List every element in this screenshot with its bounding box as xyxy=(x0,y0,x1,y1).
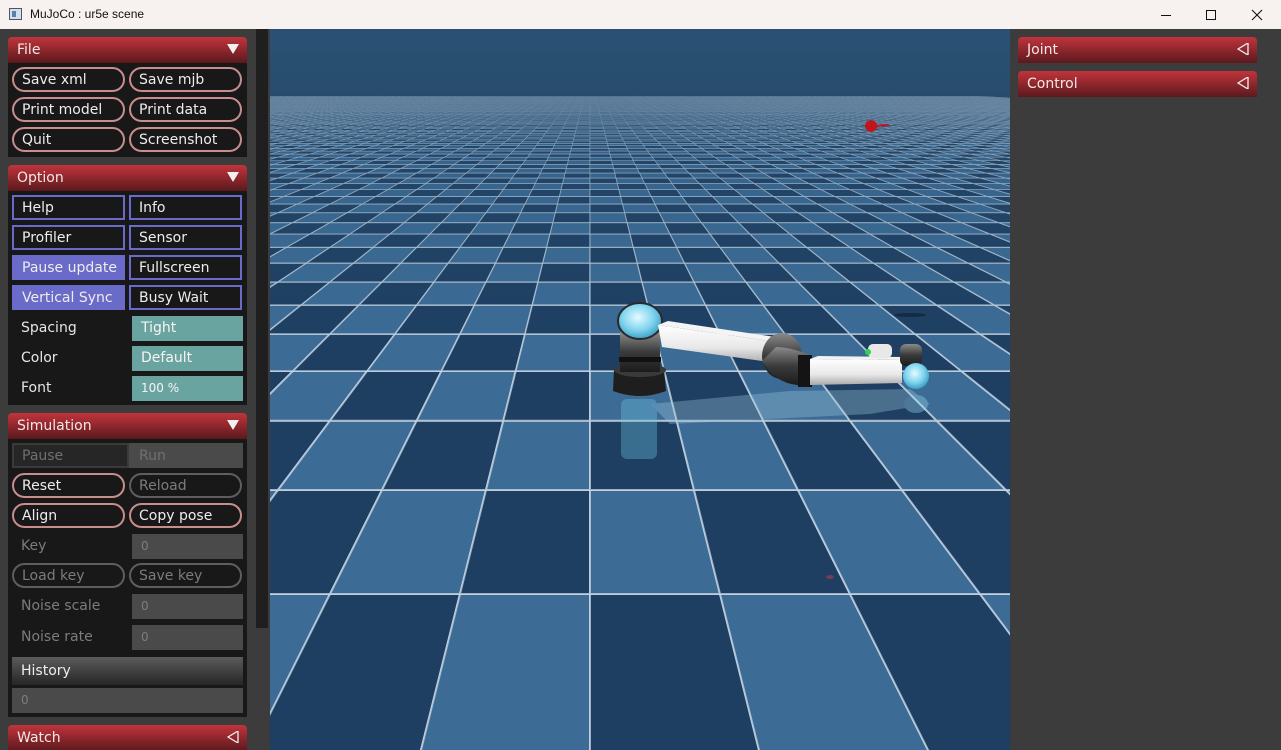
screenshot-button[interactable]: Screenshot xyxy=(129,127,242,152)
collapse-down-icon xyxy=(227,420,239,430)
left-panel-scrollbar[interactable] xyxy=(256,29,268,628)
minimize-button[interactable] xyxy=(1143,0,1189,29)
font-label: Font xyxy=(21,380,52,396)
font-select[interactable]: 100 % xyxy=(132,376,243,401)
sensor-toggle[interactable]: Sensor xyxy=(129,225,242,250)
spacing-select[interactable]: Tight xyxy=(132,316,243,341)
option-section-label: Option xyxy=(17,170,64,186)
align-button[interactable]: Align xyxy=(12,503,125,528)
save-mjb-button[interactable]: Save mjb xyxy=(129,67,242,92)
collapse-down-icon xyxy=(227,44,239,54)
vertical-sync-toggle[interactable]: Vertical Sync xyxy=(12,285,125,310)
left-ui-panel: File Save xml Save mjb Print model Print… xyxy=(0,29,270,750)
help-toggle[interactable]: Help xyxy=(12,195,125,220)
file-section-header[interactable]: File xyxy=(8,37,247,63)
maximize-button[interactable] xyxy=(1188,0,1234,29)
noise-scale-slider[interactable]: 0 xyxy=(132,594,243,619)
simulation-section-header[interactable]: Simulation xyxy=(8,413,247,439)
floor-tile xyxy=(484,419,591,491)
floor-tile xyxy=(502,370,591,422)
load-key-button[interactable]: Load key xyxy=(12,563,125,588)
fullscreen-toggle[interactable]: Fullscreen xyxy=(129,255,242,280)
copy-pose-button[interactable]: Copy pose xyxy=(129,503,242,528)
maximize-icon xyxy=(1206,9,1216,20)
file-section-label: File xyxy=(17,42,41,58)
watch-section-header[interactable]: Watch xyxy=(8,725,247,750)
spacing-label: Spacing xyxy=(21,320,77,336)
pause-radio[interactable]: Pause xyxy=(12,443,129,468)
collapse-down-icon xyxy=(227,172,239,182)
simulation-section-label: Simulation xyxy=(17,418,92,434)
noise-rate-label: Noise rate xyxy=(21,629,93,645)
simulation-section-body: Pause Run Reset Reload Align Copy pose K… xyxy=(8,439,247,717)
print-data-button[interactable]: Print data xyxy=(129,97,242,122)
info-toggle[interactable]: Info xyxy=(129,195,242,220)
file-section-body: Save xml Save mjb Print model Print data… xyxy=(8,63,247,157)
option-section-body: Help Info Profiler Sensor Pause update F… xyxy=(8,191,247,405)
save-key-button[interactable]: Save key xyxy=(129,563,242,588)
close-button[interactable] xyxy=(1234,0,1280,29)
app-window-icon xyxy=(9,8,22,20)
key-label: Key xyxy=(21,538,47,554)
option-section-header[interactable]: Option xyxy=(8,165,247,191)
run-radio[interactable]: Run xyxy=(129,443,243,468)
busy-wait-toggle[interactable]: Busy Wait xyxy=(129,285,242,310)
noise-rate-slider[interactable]: 0 xyxy=(132,625,243,650)
color-label: Color xyxy=(21,350,58,366)
profiler-toggle[interactable]: Profiler xyxy=(12,225,125,250)
watch-section-label: Watch xyxy=(17,730,61,746)
minimize-icon xyxy=(1161,14,1171,16)
history-slider[interactable]: 0 xyxy=(12,688,243,713)
key-slider[interactable]: 0 xyxy=(132,534,243,559)
color-select[interactable]: Default xyxy=(132,346,243,371)
window-title: MuJoCo : ur5e scene xyxy=(30,7,145,21)
reset-button[interactable]: Reset xyxy=(12,473,125,498)
noise-scale-label: Noise scale xyxy=(21,598,101,614)
scene-canvas[interactable] xyxy=(270,29,1010,750)
pause-update-toggle[interactable]: Pause update xyxy=(12,255,125,280)
history-header: History xyxy=(12,657,243,685)
3d-viewport[interactable] xyxy=(270,29,1010,750)
reload-button[interactable]: Reload xyxy=(129,473,242,498)
save-xml-button[interactable]: Save xml xyxy=(12,67,125,92)
collapse-left-icon xyxy=(227,731,239,743)
quit-button[interactable]: Quit xyxy=(12,127,125,152)
window-title-bar: MuJoCo : ur5e scene xyxy=(0,0,1281,29)
print-model-button[interactable]: Print model xyxy=(12,97,125,122)
close-icon xyxy=(1251,9,1263,20)
